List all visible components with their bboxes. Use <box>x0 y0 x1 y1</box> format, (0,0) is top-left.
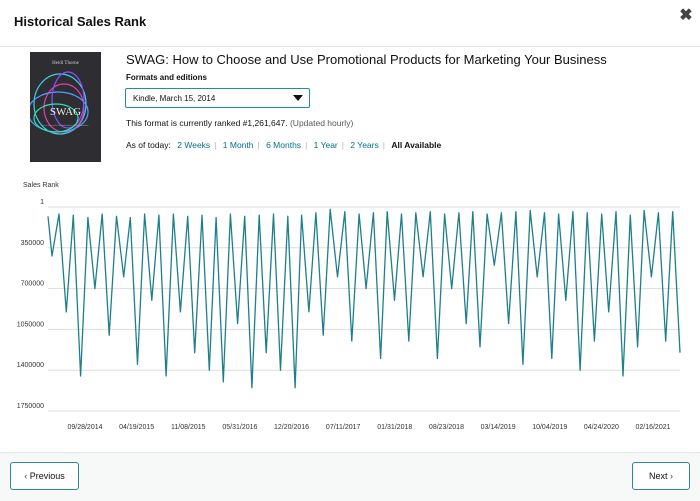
range-lead-label: As of today: <box>126 140 171 150</box>
range-2-weeks[interactable]: 2 Weeks <box>177 140 210 150</box>
range-separator: | <box>214 140 217 150</box>
chevron-right-icon: › <box>670 471 674 481</box>
sales-rank-series-line <box>47 208 681 389</box>
x-tick-label: 04/24/2020 <box>584 424 619 431</box>
range-separator: | <box>382 140 385 150</box>
range-separator: | <box>257 140 260 150</box>
y-tick-label: 350000 <box>21 240 44 247</box>
rank-updated-note: (Updated hourly) <box>289 118 354 128</box>
previous-label: Previous <box>29 471 65 481</box>
x-tick-label: 09/28/2014 <box>67 424 102 431</box>
next-button[interactable]: Next › <box>632 462 690 490</box>
range-6-months[interactable]: 6 Months <box>266 140 301 150</box>
range-2-years[interactable]: 2 Years <box>350 140 378 150</box>
x-tick-label: 07/11/2017 <box>326 424 361 431</box>
range-separator: | <box>305 140 308 150</box>
x-tick-label: 11/08/2015 <box>171 424 206 431</box>
range-1-year[interactable]: 1 Year <box>314 140 338 150</box>
x-tick-label: 02/16/2021 <box>635 424 670 431</box>
book-cover-art: Heidi Thorne SWAG How to Choose and Use … <box>30 52 101 162</box>
modal-header: Historical Sales Rank ✖ <box>0 0 700 47</box>
y-tick-label: 1 <box>40 199 44 206</box>
y-tick-label: 1400000 <box>17 362 44 369</box>
time-range-selector: As of today: 2 Weeks | 1 Month | 6 Months |… <box>126 140 441 150</box>
range-all-available[interactable]: All Available <box>391 140 441 150</box>
y-tick-label: 700000 <box>21 281 44 288</box>
x-tick-label: 03/14/2019 <box>481 424 516 431</box>
x-tick-label: 08/23/2018 <box>429 424 464 431</box>
current-rank: This format is currently ranked #1,261,6… <box>126 118 353 128</box>
chevron-down-icon <box>293 95 303 101</box>
next-label: Next <box>648 471 668 481</box>
modal-footer: ‹ Previous Next › <box>0 452 700 501</box>
book-title: SWAG: How to Choose and Use Promotional … <box>126 52 607 67</box>
format-selected-value: Kindle, March 15, 2014 <box>133 94 216 103</box>
x-tick-label: 05/31/2016 <box>222 424 257 431</box>
sales-rank-chart: Sales Rank 1 350000 700000 1050000 1400000 17… <box>0 175 700 435</box>
y-tick-label: 1050000 <box>17 321 44 328</box>
rank-text: This format is currently ranked #1,261,6… <box>126 118 288 128</box>
x-tick-label: 10/04/2019 <box>532 424 567 431</box>
format-dropdown[interactable]: Kindle, March 15, 2014 <box>125 88 310 108</box>
close-icon[interactable]: ✖ <box>676 6 696 26</box>
y-axis-title: Sales Rank <box>23 182 59 189</box>
y-tick-label: 1750000 <box>17 403 44 410</box>
range-separator: | <box>341 140 344 150</box>
formats-label: Formats and editions <box>126 73 207 82</box>
modal-title: Historical Sales Rank <box>14 14 147 29</box>
chart-svg: Sales Rank 1 350000 700000 1050000 1400000 17… <box>17 182 681 431</box>
cover-author: Heidi Thorne <box>52 61 79 66</box>
range-1-month[interactable]: 1 Month <box>223 140 254 150</box>
book-cover: Heidi Thorne SWAG How to Choose and Use … <box>30 52 101 162</box>
x-tick-label: 01/31/2018 <box>377 424 412 431</box>
chevron-left-icon: ‹ <box>24 471 28 481</box>
x-tick-label: 12/20/2016 <box>274 424 309 431</box>
x-tick-label: 04/19/2015 <box>119 424 154 431</box>
previous-button[interactable]: ‹ Previous <box>10 462 79 490</box>
cover-title: SWAG <box>50 106 81 118</box>
